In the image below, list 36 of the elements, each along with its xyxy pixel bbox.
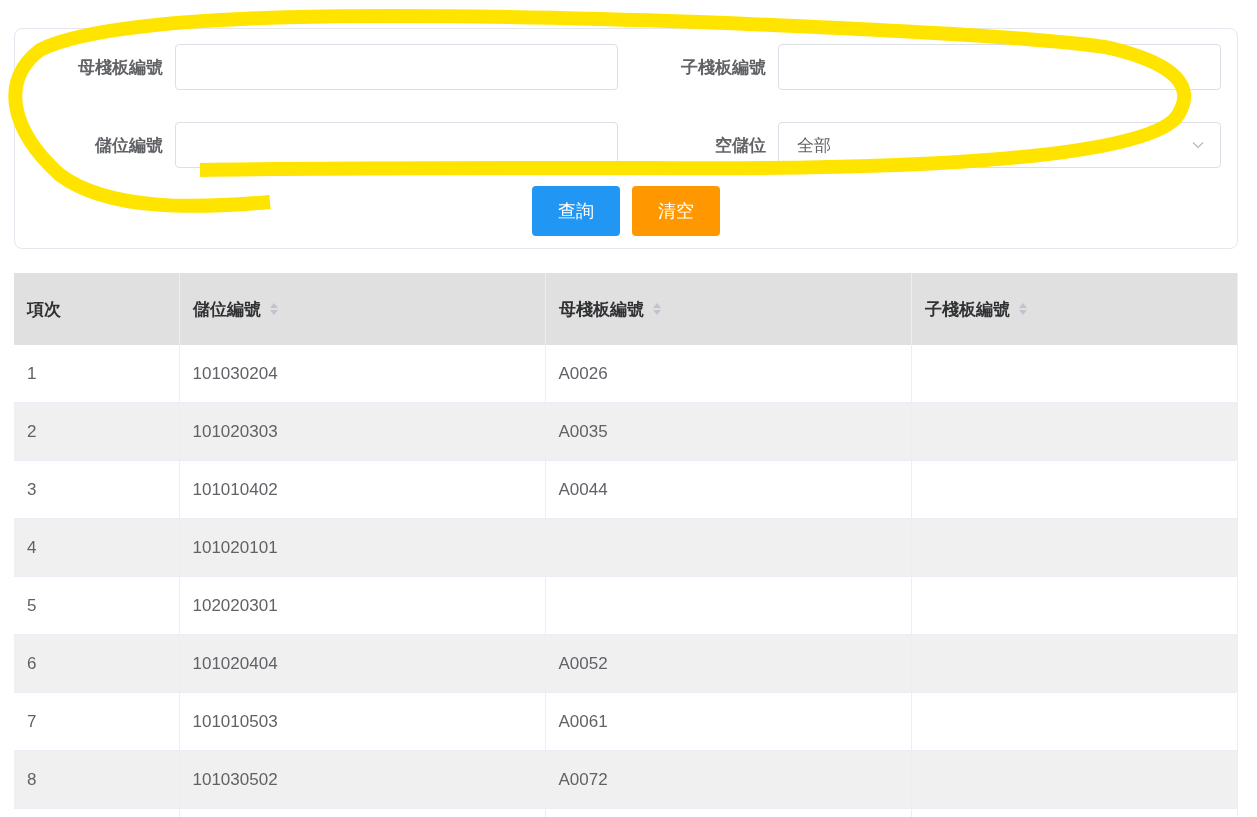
sort-icon[interactable] [1017, 302, 1028, 316]
table-cell: A0035 [545, 402, 911, 461]
table-cell: 101010503 [179, 692, 545, 751]
chevron-down-icon [1192, 141, 1204, 149]
field-label: 子棧板編號 [680, 56, 767, 79]
field-label: 空儲位 [714, 134, 767, 157]
table-cell: 101030502 [179, 750, 545, 809]
column-header[interactable]: 儲位編號 [179, 273, 545, 345]
table-cell: 5 [14, 576, 179, 635]
column-header[interactable]: 母棧板編號 [545, 273, 911, 345]
table-cell: 101020101 [179, 518, 545, 577]
table-cell: 6 [14, 634, 179, 693]
table-cell: A0044 [545, 460, 911, 519]
table-cell: 2 [14, 402, 179, 461]
table-cell: 101020404 [179, 634, 545, 693]
table-cell: 102020301 [179, 576, 545, 635]
table-cell: 101010402 [179, 460, 545, 519]
input-field[interactable] [175, 44, 618, 90]
table-cell: 4 [14, 518, 179, 577]
table-cell: 8 [14, 750, 179, 809]
table-cell: A0072 [545, 750, 911, 809]
sort-icon[interactable] [651, 302, 662, 316]
table-cell: 7 [14, 692, 179, 751]
table-cell: 101020303 [179, 402, 545, 461]
table-cell: 101030204 [179, 345, 545, 403]
sort-icon[interactable] [268, 302, 279, 316]
table-cell: A0061 [545, 692, 911, 751]
table-cell: A0052 [545, 634, 911, 693]
table-cell: 3 [14, 460, 179, 519]
table-cell: A0026 [545, 345, 911, 403]
field-label: 母棧板編號 [77, 56, 164, 79]
table-cell: 1 [14, 345, 179, 403]
column-header[interactable]: 項次 [14, 273, 179, 345]
field-label: 儲位編號 [94, 134, 164, 157]
column-header[interactable]: 子棧板編號 [911, 273, 1238, 345]
input-field[interactable] [778, 44, 1221, 90]
